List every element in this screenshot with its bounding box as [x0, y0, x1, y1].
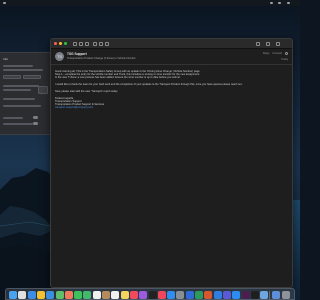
info-row: [3, 85, 39, 87]
mail-message-window[interactable]: TS TSG Support Transportation Product Ch…: [50, 38, 293, 288]
chrome-icon[interactable]: [36, 291, 45, 299]
tv-icon[interactable]: [148, 291, 157, 299]
trash-icon[interactable]: [281, 291, 290, 299]
info-row: [3, 98, 35, 100]
info-row: [3, 123, 33, 125]
podcasts-icon[interactable]: [139, 291, 148, 299]
launchpad-icon[interactable]: [18, 291, 27, 299]
clock-icon[interactable]: [287, 2, 290, 4]
news-icon[interactable]: [157, 291, 166, 299]
more-icon[interactable]: [276, 42, 280, 46]
wifi-icon[interactable]: [270, 2, 273, 4]
desktop: Info TS TSG Support Transportation Produ…: [0, 0, 300, 300]
reply-all-icon[interactable]: [99, 42, 103, 46]
photos-icon[interactable]: [64, 291, 73, 299]
toggle-switch[interactable]: [33, 116, 38, 119]
dock-separator: [269, 291, 271, 299]
trash-icon[interactable]: [79, 42, 83, 46]
signature-email-link[interactable]: transport.support@company.com: [55, 106, 285, 109]
flag-icon[interactable]: [256, 42, 260, 46]
setting-panel[interactable]: [38, 86, 48, 94]
reminders-icon[interactable]: [111, 291, 120, 299]
teams-icon[interactable]: [222, 291, 231, 299]
toggle-switch[interactable]: [33, 122, 38, 125]
reply-link[interactable]: Reply: [263, 52, 270, 55]
zoom-icon[interactable]: [232, 291, 241, 299]
music-icon[interactable]: [129, 291, 138, 299]
archive-icon[interactable]: [73, 42, 77, 46]
sender-avatar: TS: [55, 52, 64, 61]
reply-icon[interactable]: [93, 42, 97, 46]
safari-icon[interactable]: [27, 291, 36, 299]
menu-bar: [0, 0, 300, 6]
message-date: Today: [281, 58, 288, 61]
dock: [5, 288, 295, 300]
settings-icon[interactable]: [176, 291, 185, 299]
powerpoint-icon[interactable]: [204, 291, 213, 299]
forward-icon[interactable]: [105, 42, 109, 46]
message-body: Good morning all, This is the Transporta…: [55, 70, 285, 109]
calendar-icon[interactable]: [92, 291, 101, 299]
mail-icon[interactable]: [46, 291, 55, 299]
excel-icon[interactable]: [195, 291, 203, 299]
apple-icon[interactable]: [3, 2, 6, 4]
terminal-icon[interactable]: [250, 291, 259, 299]
info-row: [3, 105, 41, 107]
downloads-icon[interactable]: [272, 291, 281, 299]
contacts-icon[interactable]: [102, 291, 110, 299]
minimize-button[interactable]: [59, 42, 62, 45]
option-button[interactable]: [23, 75, 41, 79]
info-row: [3, 89, 31, 91]
messages-icon[interactable]: [74, 291, 83, 299]
search-icon[interactable]: [266, 42, 270, 46]
options-icon[interactable]: [285, 52, 288, 55]
preview-icon[interactable]: [260, 291, 269, 299]
sender-name[interactable]: TSG Support: [67, 52, 87, 56]
finder-icon[interactable]: [9, 291, 17, 299]
background-window-title: Info: [3, 57, 9, 61]
battery-icon[interactable]: [278, 2, 281, 4]
junk-icon[interactable]: [85, 42, 89, 46]
header-actions: Reply Forward: [263, 52, 288, 55]
close-button[interactable]: [54, 42, 57, 45]
outlook-icon[interactable]: [213, 291, 222, 299]
notes-icon[interactable]: [120, 291, 129, 299]
option-button[interactable]: [3, 75, 21, 79]
mail-toolbar: [51, 39, 292, 49]
info-row: [3, 117, 23, 119]
info-row: [3, 69, 43, 71]
message-header: TS TSG Support Transportation Product Ch…: [51, 49, 292, 65]
forward-link[interactable]: Forward: [272, 52, 282, 55]
word-icon[interactable]: [185, 291, 194, 299]
message-subject: Transportation Product Change (T-Zone) t…: [67, 57, 136, 60]
appstore-icon[interactable]: [167, 291, 176, 299]
zoom-button[interactable]: [64, 42, 67, 45]
slack-icon[interactable]: [241, 291, 250, 299]
background-window[interactable]: Info: [0, 52, 54, 135]
info-row: [3, 65, 33, 67]
facetime-icon[interactable]: [83, 291, 92, 299]
maps-icon[interactable]: [55, 291, 64, 299]
